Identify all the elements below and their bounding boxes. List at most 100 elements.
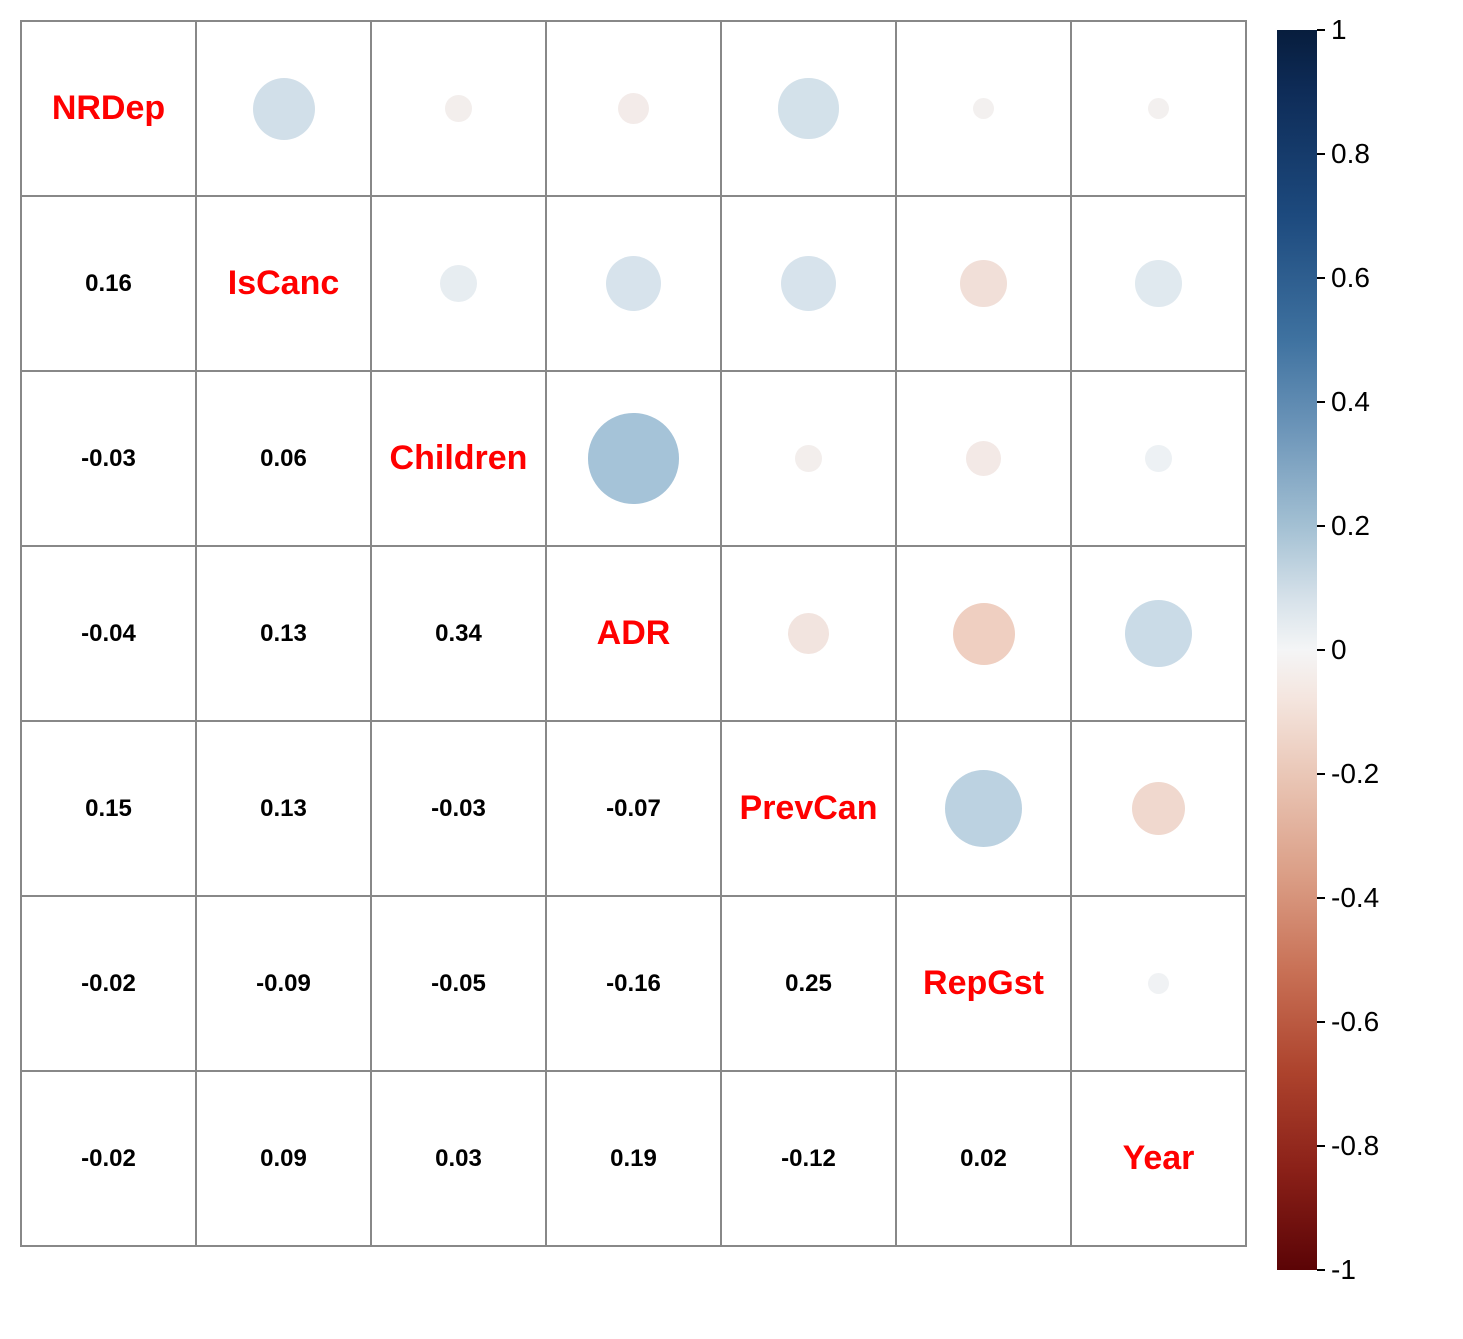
correlation-value: 0.25 (785, 970, 832, 998)
matrix-cell: -0.02 (21, 896, 196, 1071)
correlation-value: -0.12 (781, 1145, 836, 1173)
correlation-value: -0.03 (81, 445, 136, 473)
correlation-circle (445, 95, 472, 122)
tick-label: 0 (1331, 634, 1347, 666)
correlation-circle (945, 770, 1023, 848)
matrix-cell: -0.07 (546, 721, 721, 896)
matrix-cell (371, 21, 546, 196)
correlation-circle (440, 265, 478, 303)
matrix-cell (1071, 21, 1246, 196)
matrix-cell: 0.13 (196, 546, 371, 721)
correlation-circle (973, 98, 995, 120)
tick-mark (1317, 649, 1325, 651)
correlation-value: 0.34 (435, 620, 482, 648)
correlation-value: 0.06 (260, 445, 307, 473)
matrix-cell: ADR (546, 546, 721, 721)
correlation-value: 0.03 (435, 1145, 482, 1173)
correlation-value: 0.19 (610, 1145, 657, 1173)
variable-label: NRDep (52, 89, 165, 128)
tick-label: -0.6 (1331, 1006, 1379, 1038)
matrix-cell: 0.02 (896, 1071, 1071, 1246)
colorbar-tick: -0.4 (1317, 882, 1379, 914)
tick-label: 0.6 (1331, 262, 1370, 294)
correlation-circle (960, 260, 1007, 307)
tick-mark (1317, 773, 1325, 775)
colorbar-tick: 0 (1317, 634, 1347, 666)
matrix-cell: -0.05 (371, 896, 546, 1071)
tick-mark (1317, 525, 1325, 527)
correlation-circle (1145, 445, 1172, 472)
correlation-circle (966, 441, 1001, 476)
correlation-circle (618, 93, 649, 124)
variable-label: IsCanc (228, 264, 340, 303)
correlation-value: -0.02 (81, 1145, 136, 1173)
colorbar-tick: -0.8 (1317, 1130, 1379, 1162)
matrix-cell (1071, 896, 1246, 1071)
colorbar-ticks: 10.80.60.40.20-0.2-0.4-0.6-0.8-1 (1317, 30, 1387, 1270)
colorbar-tick: 1 (1317, 14, 1347, 46)
matrix-cell (1071, 371, 1246, 546)
colorbar-tick: 0.4 (1317, 386, 1370, 418)
tick-label: 0.4 (1331, 386, 1370, 418)
correlation-circle (1148, 98, 1170, 120)
matrix-cell (546, 196, 721, 371)
matrix-cell: Children (371, 371, 546, 546)
matrix-cell: PrevCan (721, 721, 896, 896)
matrix-cell: 0.15 (21, 721, 196, 896)
correlation-circle (253, 78, 315, 140)
matrix-cell: -0.12 (721, 1071, 896, 1246)
correlation-value: 0.09 (260, 1145, 307, 1173)
correlation-value: 0.16 (85, 270, 132, 298)
matrix-cell: 0.34 (371, 546, 546, 721)
matrix-cell: Year (1071, 1071, 1246, 1246)
matrix-cell: -0.04 (21, 546, 196, 721)
matrix-cell: IsCanc (196, 196, 371, 371)
correlation-circle (781, 256, 837, 312)
variable-label: RepGst (923, 964, 1044, 1003)
matrix-cell (896, 371, 1071, 546)
correlation-circle (778, 78, 838, 138)
tick-label: -0.2 (1331, 758, 1379, 790)
matrix-cell (196, 21, 371, 196)
matrix-cell (896, 721, 1071, 896)
colorbar-tick: -0.2 (1317, 758, 1379, 790)
correlation-circle (1148, 973, 1170, 995)
correlation-value: -0.07 (606, 795, 661, 823)
tick-label: 1 (1331, 14, 1347, 46)
matrix-cell: -0.16 (546, 896, 721, 1071)
variable-label: Children (390, 439, 528, 478)
colorbar-gradient (1277, 30, 1317, 1270)
correlation-value: -0.16 (606, 970, 661, 998)
matrix-cell (721, 21, 896, 196)
correlation-circle (795, 445, 822, 472)
tick-label: -0.8 (1331, 1130, 1379, 1162)
matrix-cell (1071, 546, 1246, 721)
correlation-value: -0.05 (431, 970, 486, 998)
correlation-value: 0.02 (960, 1145, 1007, 1173)
matrix-cell: -0.03 (371, 721, 546, 896)
matrix-cell: NRDep (21, 21, 196, 196)
matrix-cell (371, 196, 546, 371)
matrix-cell: RepGst (896, 896, 1071, 1071)
tick-mark (1317, 153, 1325, 155)
correlation-circle (1132, 782, 1186, 836)
matrix-cell (721, 546, 896, 721)
correlation-value: -0.04 (81, 620, 136, 648)
variable-label: PrevCan (740, 789, 878, 828)
tick-mark (1317, 277, 1325, 279)
colorbar-tick: 0.2 (1317, 510, 1370, 542)
tick-mark (1317, 1021, 1325, 1023)
matrix-cell (896, 546, 1071, 721)
correlation-value: -0.09 (256, 970, 311, 998)
matrix-cell (721, 196, 896, 371)
colorbar-tick: 0.6 (1317, 262, 1370, 294)
colorbar-wrap: 10.80.60.40.20-0.2-0.4-0.6-0.8-1 (1277, 20, 1387, 1290)
tick-label: -1 (1331, 1254, 1356, 1286)
colorbar-tick: -1 (1317, 1254, 1356, 1286)
correlation-circle (788, 613, 829, 654)
matrix-cell: 0.06 (196, 371, 371, 546)
matrix-cell: 0.03 (371, 1071, 546, 1246)
variable-label: ADR (597, 614, 671, 653)
corrplot-container: NRDep 0.16 IsCanc -0.03 0.06 Children -0.04 0.1… (20, 20, 1443, 1290)
variable-label: Year (1123, 1139, 1195, 1178)
